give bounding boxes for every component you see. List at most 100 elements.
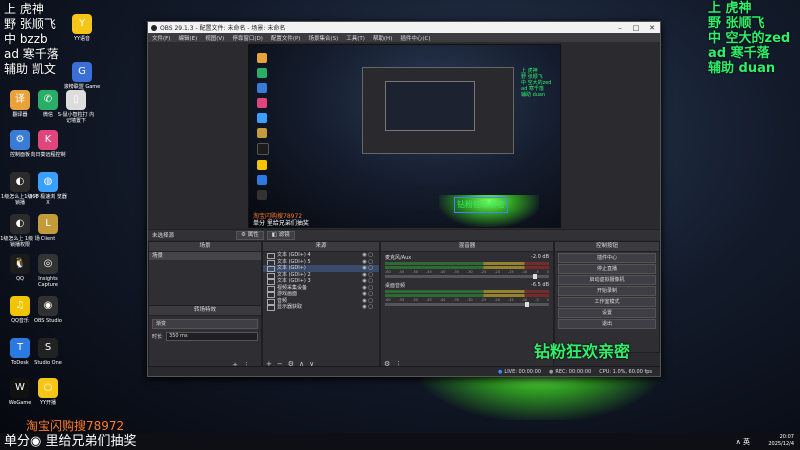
scale-tick: -45	[425, 298, 432, 302]
mixer-channel-mic: 麦克风/Aux -2.0 dB -60 -55 -50 -45 -40 -35 -30 -25 -…	[381, 252, 553, 280]
scale-tick: -25	[480, 270, 487, 274]
duration-row: 时长 350 ms	[152, 332, 258, 341]
desktop-icon[interactable]: ○ YY开播	[28, 378, 68, 406]
desktop-icon-label: 向日葵远程控制	[30, 152, 66, 158]
app-icon: ◐	[10, 172, 30, 192]
app-icon: ○	[38, 378, 58, 398]
desktop-icon-label: S-鼠小智粒打 内记墙置下	[57, 112, 95, 124]
volume-slider[interactable]	[385, 274, 549, 279]
start-recording-button[interactable]: 开始录制	[558, 286, 656, 296]
menu-edit[interactable]: 编辑(E)	[174, 34, 201, 42]
transitions-header: 转场特效	[149, 306, 261, 316]
desktop-icon[interactable]: K 向日葵远程控制	[28, 130, 68, 158]
app-icon: ♫	[10, 296, 30, 316]
maximize-icon[interactable]: □	[628, 24, 644, 32]
desktop-icon[interactable]: ▯ S-鼠小智粒打 内记墙置下	[56, 90, 96, 124]
desktop-icon-label: Insights Capture	[38, 276, 58, 288]
close-icon[interactable]: ✕	[644, 24, 660, 32]
scale-tick: -10	[521, 270, 528, 274]
desktop-icon-label: OBS Studio	[34, 318, 62, 324]
menu-view[interactable]: 视图(V)	[201, 34, 228, 42]
menu-scene-collection[interactable]: 场景集合(S)	[304, 34, 342, 42]
settings-button[interactable]: 设置	[558, 308, 656, 318]
source-list-item[interactable]: 显示器获取 ◉ ▢	[263, 304, 379, 311]
scale-tick: -35	[453, 270, 459, 274]
menu-profile[interactable]: 配置文件(P)	[267, 34, 305, 42]
ime-indicator[interactable]: 英	[743, 438, 750, 446]
mixer-channel-desktop: 桌面音频 -6.5 dB -60 -55 -50 -45 -40 -35 -30 -25 -20-…	[381, 280, 553, 308]
desktop-icon[interactable]: Y YY语音	[62, 14, 102, 42]
duration-label: 时长	[152, 334, 163, 340]
scenes-header: 场景	[149, 242, 261, 252]
cpu-fps: CPU: 1.0%, 60.00 fps	[599, 368, 652, 375]
clock[interactable]: 20:07 2025/12/4	[768, 434, 794, 448]
scene-list-item[interactable]: 场景	[149, 252, 261, 260]
scale-tick: -55	[398, 270, 405, 274]
overlay-line: 辅助 duan	[708, 61, 776, 76]
streamer-overlay-right: 上 虎神 野 张顺飞 中 空大的zed ad 寒千落 辅助 duan	[708, 1, 790, 76]
desktop-icon[interactable]: ◉ OBS Studio	[28, 296, 68, 324]
streamer-overlay-left: 上 虎神 野 张顺飞 中 bzzb ad 寒千落 辅助 凯文	[4, 2, 59, 77]
overlay-line: 中 bzzb	[4, 32, 48, 46]
menu-plugins[interactable]: 插件中心(C)	[396, 34, 434, 42]
overlay-line: 中 空大的zed	[708, 31, 791, 46]
minimize-icon[interactable]: –	[612, 24, 628, 32]
studio-mode-button[interactable]: 工作室模式	[558, 297, 656, 307]
channel-name: 桌面音频	[385, 283, 406, 289]
desktop-icon[interactable]: ◍ 360 极速浏 览器X	[28, 172, 68, 206]
preview-canvas[interactable]: 上 虎神 野 张顺飞 中 空大的zed ad 寒千落 辅助 duan 钻粉狂欢亲…	[248, 44, 561, 228]
scale-tick: -60	[385, 298, 391, 302]
preview-ticker-taobao: 淘宝闪购搜78972	[253, 213, 303, 220]
stop-streaming-button[interactable]: 停止直播	[558, 264, 656, 274]
source-name: 游戏画面	[277, 291, 298, 297]
scale-tick: 0	[546, 270, 549, 274]
app-icon: K	[38, 130, 58, 150]
app-icon: W	[10, 378, 30, 398]
plugin-center-button[interactable]: 插件中心	[558, 253, 656, 263]
menu-file[interactable]: 文件(F)	[148, 34, 174, 42]
properties-button[interactable]: ⚙ 属性	[236, 230, 264, 240]
desktop-icon[interactable]: ◎ Insights Capture	[28, 254, 68, 288]
transitions-dock: 转场特效 渐变 时长 350 ms + ⋮	[148, 305, 262, 370]
overlay-line: ad 寒千落	[4, 47, 59, 61]
scale-tick: -15	[507, 270, 514, 274]
tray-icons[interactable]: ∧ 英	[736, 437, 750, 447]
no-source-selected-label: 未选择源	[152, 233, 175, 239]
menu-help[interactable]: 帮助(H)	[369, 34, 396, 42]
overlay-line: ad 寒千落	[708, 46, 770, 61]
visibility-lock-icon[interactable]: ◉ ▢	[362, 304, 373, 311]
nested-obs-preview	[362, 67, 514, 154]
desktop-icon-label: 360 极速浏 览器X	[29, 194, 67, 206]
source-name: 显示器获取	[277, 304, 303, 310]
desktop-icon[interactable]: S Studio One	[28, 338, 68, 366]
transition-type-select[interactable]: 渐变	[152, 319, 258, 329]
duration-input[interactable]: 350 ms	[166, 332, 258, 341]
exit-button[interactable]: 退出	[558, 319, 656, 329]
clock-date: 2025/12/4	[768, 441, 794, 447]
scale-tick: -15	[507, 298, 514, 302]
overlay-line: 辅助 凯文	[4, 62, 56, 76]
preview-ticker: 单分 里给兄弟们抽奖	[253, 220, 309, 227]
desktop-icon-label: YY开播	[39, 400, 57, 406]
app-icon: ◎	[38, 254, 58, 274]
scale-tick: -5	[535, 298, 539, 302]
start-virtual-camera-button[interactable]: 启动虚拟摄像机	[558, 275, 656, 285]
slider-handle[interactable]	[533, 274, 537, 279]
menu-tools[interactable]: 工具(T)	[342, 34, 369, 42]
obs-window[interactable]: OBS 29.1.3 - 配置文件: 未命名 - 场景: 未命名 – □ ✕ 文…	[147, 21, 661, 377]
taskbar-ticker: 单分◉ 里给兄弟们抽奖	[4, 434, 137, 449]
scale-tick: -60	[385, 270, 391, 274]
volume-meter	[385, 262, 549, 265]
title-bar[interactable]: OBS 29.1.3 - 配置文件: 未命名 - 场景: 未命名 – □ ✕	[148, 22, 660, 33]
scale-tick: -55	[398, 298, 405, 302]
menu-docks[interactable]: 停靠窗口(D)	[228, 34, 267, 42]
channel-level: -6.5 dB	[531, 282, 549, 288]
desktop-icon[interactable]: L Client	[28, 214, 68, 242]
source-name: 文本 (GDI+) 3	[277, 278, 311, 284]
filters-button[interactable]: ◧ 滤镜	[266, 230, 295, 240]
slider-handle[interactable]	[525, 302, 529, 307]
volume-slider[interactable]	[385, 302, 549, 307]
source-name: 文本 (GDI+) 5	[277, 258, 311, 265]
scale-tick: -40	[439, 298, 446, 302]
sources-dock: 来源 文本 (GDI+) 4 ◉ ▢ 文本 (GDI+) 5 ◉ ▢ 文本 (GDI+)…	[262, 241, 380, 369]
